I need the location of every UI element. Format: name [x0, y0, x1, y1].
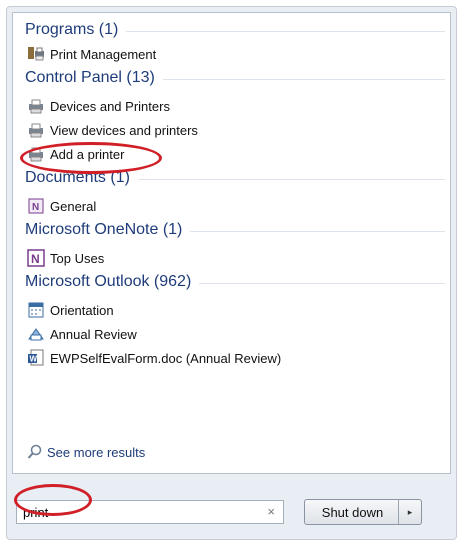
shutdown-button[interactable]: Shut down ▸	[304, 499, 422, 525]
svg-text:N: N	[32, 202, 39, 213]
search-results-pane: Programs (1) Print Management Control Pa…	[12, 12, 451, 474]
word-document-icon: W	[27, 349, 45, 367]
result-ewpselfevalform[interactable]: W EWPSelfEvalForm.doc (Annual Review)	[27, 347, 281, 369]
result-label: Annual Review	[50, 326, 137, 342]
devices-printers-icon	[27, 97, 45, 115]
print-management-icon	[27, 45, 45, 63]
search-field[interactable]: ×	[16, 500, 284, 524]
devices-printers-icon	[27, 121, 45, 139]
result-label: Top Uses	[50, 250, 105, 266]
calendar-icon	[27, 301, 45, 319]
svg-text:W: W	[30, 355, 38, 364]
start-menu: Programs (1) Print Management Control Pa…	[6, 6, 457, 540]
result-view-devices-and-printers[interactable]: View devices and printers	[27, 119, 198, 141]
result-label: General	[50, 198, 97, 214]
clear-search-icon[interactable]: ×	[267, 504, 275, 519]
shutdown-options-arrow-icon[interactable]: ▸	[398, 500, 421, 524]
see-more-label: See more results	[47, 444, 146, 460]
start-menu-footer: × Shut down ▸	[7, 477, 456, 539]
group-header-control-panel[interactable]: Control Panel (13)	[25, 67, 445, 89]
group-title: Control Panel (13)	[25, 69, 155, 86]
printer-icon	[27, 145, 45, 163]
result-label: EWPSelfEvalForm.doc (Annual Review)	[50, 350, 282, 366]
group-title: Documents (1)	[25, 169, 130, 186]
result-add-a-printer[interactable]: Add a printer	[27, 143, 124, 165]
divider	[190, 230, 445, 232]
onenote-section-icon: N	[27, 197, 45, 215]
result-print-management[interactable]: Print Management	[27, 43, 156, 65]
meeting-request-icon	[27, 325, 45, 343]
result-label: Add a printer	[50, 146, 125, 162]
group-header-programs[interactable]: Programs (1)	[25, 19, 445, 41]
group-title: Programs (1)	[25, 21, 119, 38]
result-devices-and-printers[interactable]: Devices and Printers	[27, 95, 170, 117]
group-title: Microsoft OneNote (1)	[25, 221, 183, 238]
divider	[137, 178, 445, 180]
divider	[162, 78, 445, 80]
shutdown-label: Shut down	[321, 504, 384, 520]
divider	[199, 282, 445, 284]
result-top-uses[interactable]: N Top Uses	[27, 247, 104, 269]
search-icon	[27, 444, 42, 459]
onenote-icon: N	[27, 249, 45, 267]
search-input[interactable]	[21, 503, 255, 521]
result-orientation[interactable]: Orientation	[27, 299, 114, 321]
result-label: View devices and printers	[50, 122, 198, 138]
see-more-results-link[interactable]: See more results	[27, 442, 145, 462]
result-label: Print Management	[50, 46, 157, 62]
divider	[126, 30, 445, 32]
group-header-documents[interactable]: Documents (1)	[25, 167, 445, 189]
result-annual-review[interactable]: Annual Review	[27, 323, 137, 345]
group-header-outlook[interactable]: Microsoft Outlook (962)	[25, 271, 445, 293]
group-title: Microsoft Outlook (962)	[25, 273, 192, 290]
result-label: Orientation	[50, 302, 114, 318]
result-label: Devices and Printers	[50, 98, 170, 114]
svg-text:N: N	[31, 252, 40, 266]
result-general[interactable]: N General	[27, 195, 96, 217]
group-header-onenote[interactable]: Microsoft OneNote (1)	[25, 219, 445, 241]
